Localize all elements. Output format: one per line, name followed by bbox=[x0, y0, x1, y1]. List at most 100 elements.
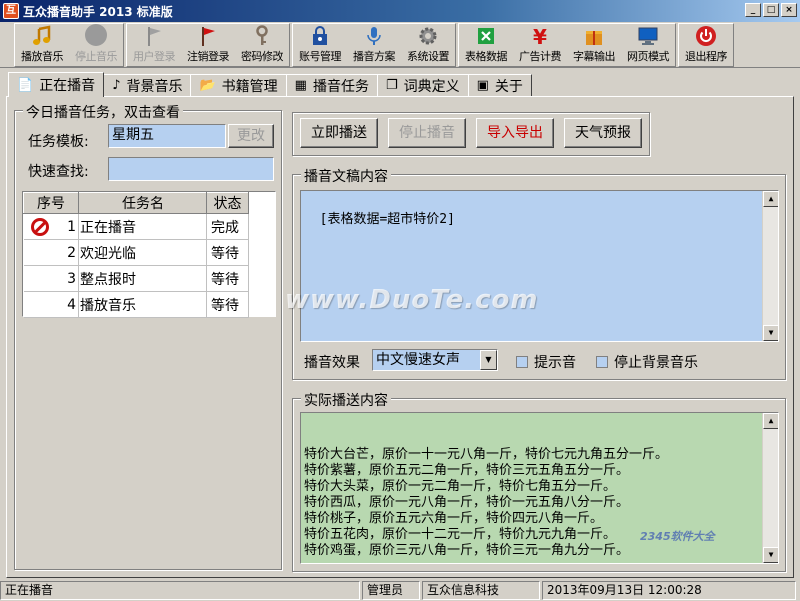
status-datetime: 2013年09月13日 12:00:28 bbox=[542, 581, 796, 600]
row-status: 等待 bbox=[206, 291, 249, 318]
toolbar-button-lock-user[interactable]: 账号管理 bbox=[293, 24, 347, 66]
prompt-sound-label: 提示音 bbox=[534, 355, 576, 371]
prompt-sound-checkbox[interactable]: 提示音 bbox=[516, 352, 576, 372]
scroll-down-icon[interactable]: ▼ bbox=[763, 547, 778, 563]
toolbar-button-microphone[interactable]: 播音方案 bbox=[347, 24, 401, 66]
title-bar: 互 互众播音助手 2013 标准版 _ □ × bbox=[0, 0, 800, 22]
row-num-cell: 1 bbox=[23, 213, 79, 240]
stop-circle-icon bbox=[84, 23, 108, 47]
tab-label: 背景音乐 bbox=[126, 78, 183, 95]
checkbox-box[interactable] bbox=[516, 356, 528, 368]
script-content-title: 播音文稿内容 bbox=[301, 166, 391, 186]
corner-watermark: 2345软件大全 bbox=[640, 530, 715, 543]
toolbar-button-yen[interactable]: ¥ 广告计费 bbox=[513, 24, 567, 66]
row-task-name: 播放音乐 bbox=[78, 291, 207, 318]
row-num-cell: 4 bbox=[23, 291, 79, 318]
row-status: 等待 bbox=[206, 239, 249, 266]
chevron-down-icon[interactable]: ▼ bbox=[480, 350, 497, 370]
toolbar-button-stop-circle[interactable]: 停止音乐 bbox=[69, 24, 123, 66]
row-status: 完成 bbox=[206, 213, 249, 240]
actual-content-title: 实际播送内容 bbox=[301, 390, 391, 410]
tab-label: 正在播音 bbox=[39, 78, 96, 94]
flag-red-icon bbox=[196, 24, 220, 47]
tab-strip: 📄 正在播音 ♪ 背景音乐 📂 书籍管理 ▦ 播音任务 ❐ 词典定义 ▣ 关于 bbox=[8, 72, 532, 97]
maximize-button[interactable]: □ bbox=[763, 3, 779, 17]
change-template-button[interactable]: 更改 bbox=[228, 124, 274, 148]
key-icon bbox=[250, 24, 274, 47]
search-label: 快速查找: bbox=[28, 164, 89, 180]
actual-scrollbar[interactable]: ▲ ▼ bbox=[762, 413, 778, 563]
toolbar-button-excel[interactable]: 表格数据 bbox=[459, 24, 513, 66]
yen-icon: ¥ bbox=[528, 24, 552, 47]
playing-stop-icon bbox=[30, 218, 49, 236]
row-num-cell: 3 bbox=[23, 265, 79, 292]
tab-2[interactable]: 📂 书籍管理 bbox=[190, 74, 287, 96]
toolbar-button-gear[interactable]: 系统设置 bbox=[401, 24, 455, 66]
script-textarea[interactable]: [表格数据=超市特价2] ▲ ▼ bbox=[300, 190, 779, 342]
status-company: 互众信息科技 bbox=[422, 581, 540, 600]
toolbar-group: 退出程序 bbox=[678, 23, 734, 67]
toolbar-button-flag-red[interactable]: 注销登录 bbox=[181, 24, 235, 66]
gear-icon bbox=[416, 24, 440, 47]
actual-line: 特价桃子，原价五元六角一斤，特价四元八角一斤。 bbox=[304, 511, 604, 526]
scroll-up-icon[interactable]: ▲ bbox=[763, 413, 778, 429]
watermark-text: www.DuoTe.com bbox=[285, 285, 539, 315]
column-header-status[interactable]: 状态 bbox=[206, 192, 249, 214]
tab-4[interactable]: ❐ 词典定义 bbox=[376, 74, 469, 96]
toolbar-group: 用户登录 注销登录 密码修改 bbox=[126, 23, 290, 67]
stop-bg-music-checkbox[interactable]: 停止背景音乐 bbox=[596, 352, 698, 372]
excel-icon bbox=[474, 24, 498, 47]
play-now-button[interactable]: 立即播送 bbox=[300, 118, 378, 148]
toolbar-button-flag-grey[interactable]: 用户登录 bbox=[127, 24, 181, 66]
toolbar-group: 账号管理 播音方案 系统设置 bbox=[292, 23, 456, 67]
row-num-cell: 2 bbox=[23, 239, 79, 266]
toolbar-button-key[interactable]: 密码修改 bbox=[235, 24, 289, 66]
column-header-name[interactable]: 任务名 bbox=[78, 192, 207, 214]
toolbar-button-label: 密码修改 bbox=[241, 50, 284, 63]
actual-line: 特价大头菜，原价一元二角一斤，特价七角五分一斤。 bbox=[304, 479, 617, 494]
toolbar-button-music-note[interactable]: 播放音乐 bbox=[15, 24, 69, 66]
tab-3[interactable]: ▦ 播音任务 bbox=[285, 74, 378, 96]
script-scrollbar[interactable]: ▲ ▼ bbox=[762, 191, 778, 341]
microphone-icon bbox=[362, 24, 386, 47]
actual-line: 特价鸡蛋，原价三元八角一斤，特价三元一角九分一斤。 bbox=[304, 543, 630, 558]
stop-broadcast-button[interactable]: 停止播音 bbox=[388, 118, 466, 148]
column-header-num[interactable]: 序号 bbox=[23, 192, 79, 214]
voice-effect-select[interactable]: 中文慢速女声 ▼ bbox=[372, 349, 498, 371]
toolbar-button-label: 系统设置 bbox=[407, 50, 450, 63]
toolbar: 播放音乐 停止音乐 用户登录 注销登录 密码修改 账号管理 播音方案 系统设置 表格数据 ¥ 广告计… bbox=[0, 22, 800, 68]
row-num: 2 bbox=[67, 244, 76, 261]
toolbar-button-label: 退出程序 bbox=[685, 50, 728, 63]
import-export-button[interactable]: 导入导出 bbox=[476, 118, 554, 148]
tab-1[interactable]: ♪ 背景音乐 bbox=[103, 74, 192, 96]
template-field[interactable]: 星期五 bbox=[108, 124, 226, 148]
minimize-button[interactable]: _ bbox=[745, 3, 761, 17]
window-title: 互众播音助手 2013 标准版 bbox=[23, 4, 173, 19]
task-table: 序号 任务名 状态 1 正在播音 完成 2 欢迎光临 等待 3 整点报时 等待 4 播放音乐 等待 bbox=[22, 191, 276, 318]
search-input[interactable] bbox=[108, 157, 274, 181]
tab-icon: ▦ bbox=[294, 78, 307, 93]
toolbar-button-label: 账号管理 bbox=[299, 50, 342, 63]
table-row[interactable]: 1 正在播音 完成 bbox=[23, 213, 249, 240]
tab-icon: ▣ bbox=[476, 78, 489, 93]
weather-forecast-button[interactable]: 天气预报 bbox=[564, 118, 642, 148]
close-button[interactable]: × bbox=[781, 3, 797, 17]
checkbox-box[interactable] bbox=[596, 356, 608, 368]
flag-grey-icon bbox=[142, 24, 166, 47]
tab-label: 书籍管理 bbox=[221, 78, 278, 95]
svg-text:¥: ¥ bbox=[533, 25, 547, 47]
actual-line: 特价紫薯，原价五元二角一斤，特价三元五角五分一斤。 bbox=[304, 463, 630, 478]
scroll-down-icon[interactable]: ▼ bbox=[763, 325, 778, 341]
toolbar-button-label: 广告计费 bbox=[519, 50, 562, 63]
tab-5[interactable]: ▣ 关于 bbox=[467, 74, 532, 96]
toolbar-button-power[interactable]: 退出程序 bbox=[679, 24, 733, 66]
table-row[interactable]: 4 播放音乐 等待 bbox=[23, 291, 249, 318]
tab-0[interactable]: 📄 正在播音 bbox=[8, 72, 105, 97]
toolbar-button-monitor[interactable]: 网页模式 bbox=[621, 24, 675, 66]
toolbar-button-gift-box[interactable]: 字幕输出 bbox=[567, 24, 621, 66]
scroll-up-icon[interactable]: ▲ bbox=[763, 191, 778, 207]
table-row[interactable]: 2 欢迎光临 等待 bbox=[23, 239, 249, 266]
toolbar-button-label: 播音方案 bbox=[353, 50, 396, 63]
toolbar-button-label: 注销登录 bbox=[187, 50, 230, 63]
table-row[interactable]: 3 整点报时 等待 bbox=[23, 265, 249, 292]
